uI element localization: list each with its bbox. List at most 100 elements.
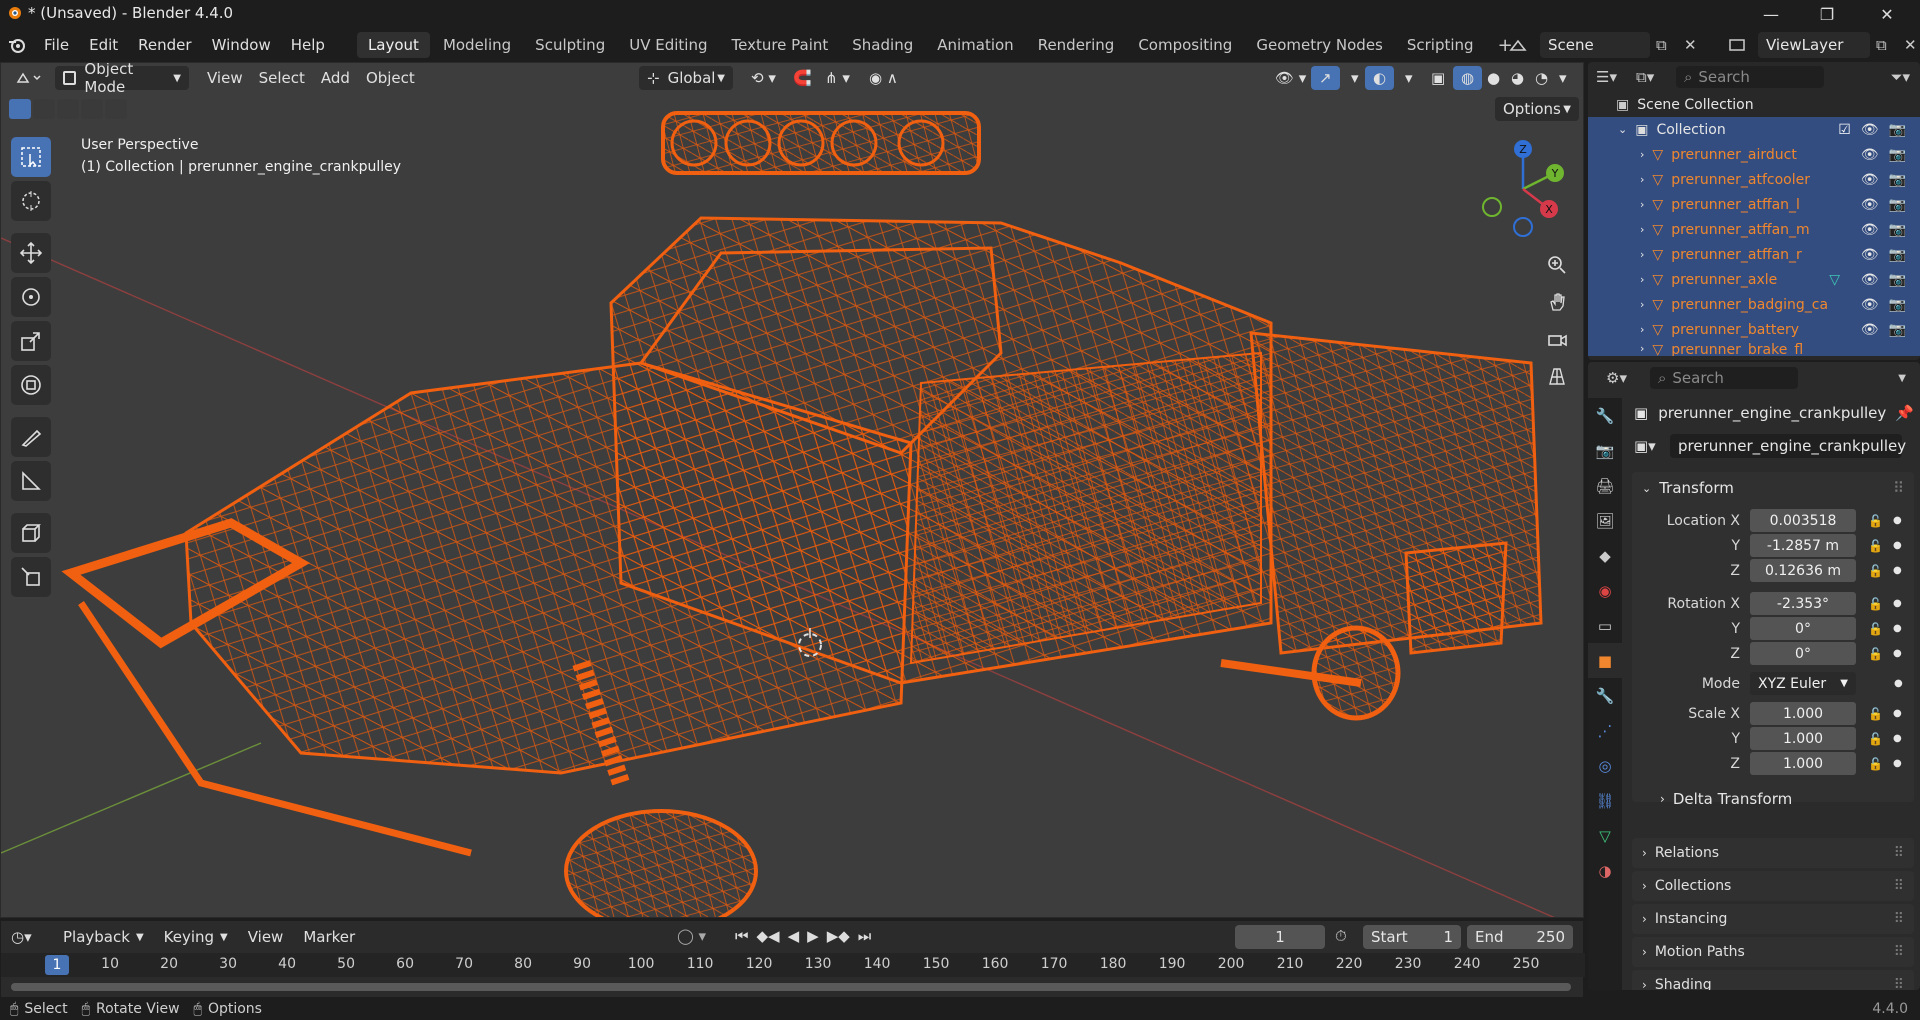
list-item[interactable]: › ▽ prerunner_brake_fl [1588,342,1920,356]
select-box-tool[interactable] [11,137,51,177]
gizmo-dropdown-icon[interactable]: ▾ [1343,66,1367,90]
marker-menu[interactable]: Marker [295,925,363,949]
object-mode-dropdown[interactable]: Object Mode ▼ [55,63,189,96]
delete-scene-icon[interactable]: ✕ [1684,36,1706,54]
outliner-editor-type-icon[interactable]: ☰▾ [1596,68,1628,86]
lock-icon[interactable]: 🔓 [1868,539,1883,553]
proportional-edit-icon[interactable]: ◉ ∧ [861,66,906,90]
lock-icon[interactable]: 🔓 [1868,757,1883,771]
location-z-field[interactable]: 0.12636 m [1750,559,1856,582]
eye-icon[interactable]: 👁 [1861,172,1879,188]
snap-icon[interactable]: 🧲 [785,66,820,90]
chevron-right-icon[interactable]: › [1640,173,1644,186]
jump-keyframe-forward-icon[interactable]: ▶◆ [827,927,850,945]
keyframe-dot-icon[interactable]: ● [1893,708,1902,719]
tool-tab-icon[interactable]: 🔧 [1588,398,1622,433]
rotation-y-field[interactable]: 0° [1750,617,1856,640]
transform-tool[interactable] [11,365,51,405]
drag-handle-icon[interactable]: ⠿ [1894,845,1904,861]
pan-hand-icon[interactable] [1541,286,1573,318]
chevron-right-icon[interactable]: › [1640,273,1644,286]
delete-view-layer-icon[interactable]: ✕ [1904,36,1920,54]
annotate-tool[interactable] [11,417,51,457]
blender-menu-icon[interactable] [0,36,34,54]
tab-geometry-nodes[interactable]: Geometry Nodes [1245,32,1394,58]
material-tab-icon[interactable]: ◑ [1588,853,1622,888]
new-scene-icon[interactable]: ⧉ [1656,36,1678,54]
menu-edit[interactable]: Edit [79,28,128,62]
play-icon[interactable]: ▶ [807,927,819,945]
zoom-icon[interactable] [1541,249,1573,281]
lock-icon[interactable]: 🔓 [1868,732,1883,746]
list-item[interactable]: › ▽ prerunner_atffan_r 👁 📷 [1588,242,1920,267]
lock-icon[interactable]: 🔓 [1868,564,1883,578]
collection-row[interactable]: ⌄ ▣ Collection ☑ 👁 📷 [1588,117,1920,142]
keying-menu[interactable]: Keying ▼ [156,925,236,949]
keyframe-dot-icon[interactable]: ● [1893,648,1902,659]
object-data-icon[interactable]: ▣▾ [1634,437,1670,455]
keyframe-dot-icon[interactable]: ● [1893,565,1902,576]
camera-icon[interactable]: 📷 [1889,222,1906,238]
drag-handle-icon[interactable]: ⠿ [1894,944,1904,960]
minimize-button[interactable]: — [1744,0,1798,28]
checkbox-icon[interactable]: ☑ [1838,122,1851,138]
motion-paths-panel[interactable]: › Motion Paths ⠿ [1632,937,1914,967]
tab-rendering[interactable]: Rendering [1027,32,1126,58]
scrollbar-thumb[interactable] [11,983,1571,991]
eye-icon[interactable]: 👁 [1861,272,1879,288]
lock-icon[interactable]: 🔓 [1868,597,1883,611]
select-extend-icon[interactable] [33,99,55,119]
tab-modeling[interactable]: Modeling [432,32,522,58]
navigation-gizmo[interactable]: Z Y X [1475,137,1575,237]
eye-icon[interactable]: 👁 [1861,297,1879,313]
camera-view-icon[interactable] [1541,323,1573,355]
particles-tab-icon[interactable]: ⋰ [1588,713,1622,748]
close-window-button[interactable]: ✕ [1860,0,1914,28]
tab-sculpting[interactable]: Sculpting [524,32,616,58]
camera-icon[interactable]: 📷 [1889,322,1906,338]
view-layer-name-field[interactable]: ViewLayer [1758,32,1870,58]
properties-search-input[interactable]: ⌕ Search [1650,367,1798,389]
scene-collection-row[interactable]: ▣ Scene Collection [1588,92,1920,117]
camera-icon[interactable]: 📷 [1889,172,1906,188]
jump-end-icon[interactable]: ⏭ [858,927,872,945]
auto-keying-icon[interactable]: ◯ ▾ [677,927,706,945]
pin-icon[interactable]: 📌 [1895,404,1914,422]
list-item[interactable]: › ▽ prerunner_badging_ca 👁 📷 [1588,292,1920,317]
current-frame-field[interactable]: 1 [1235,925,1325,949]
camera-icon[interactable]: 📷 [1889,272,1906,288]
physics-tab-icon[interactable]: ◎ [1588,748,1622,783]
start-frame-field[interactable]: Start 1 [1363,925,1461,949]
menu-add[interactable]: Add [313,66,358,90]
transform-preview-tool[interactable] [11,557,51,597]
chevron-down-icon[interactable]: ⌄ [1618,123,1627,136]
drag-handle-icon[interactable]: ⠿ [1893,479,1904,497]
overlays-dropdown-icon[interactable]: ▾ [1397,66,1421,90]
3d-viewport[interactable]: Object Mode ▼ View Select Add Object ⊹ G… [0,62,1584,918]
chevron-right-icon[interactable]: › [1640,223,1644,236]
keyframe-dot-icon[interactable]: ● [1894,678,1903,689]
eye-icon[interactable]: 👁 [1861,322,1879,338]
render-tab-icon[interactable]: 📷 [1588,433,1622,468]
camera-icon[interactable]: 📷 [1889,297,1906,313]
drag-handle-icon[interactable]: ⠿ [1894,911,1904,927]
overlays-icon[interactable]: ◐ [1365,66,1395,90]
jump-start-icon[interactable]: ⏮ [735,927,749,945]
scale-z-field[interactable]: 1.000 [1750,752,1856,775]
keyframe-dot-icon[interactable]: ● [1893,598,1902,609]
add-cube-tool[interactable] [11,513,51,553]
wireframe-shading-icon[interactable]: ◍ [1453,66,1483,90]
instancing-panel[interactable]: › Instancing ⠿ [1632,904,1914,934]
move-tool[interactable] [11,233,51,273]
chevron-right-icon[interactable]: › [1640,342,1644,355]
menu-help[interactable]: Help [281,28,335,62]
scene-name-field[interactable]: Scene [1540,32,1650,58]
select-intersect-icon[interactable] [105,99,127,119]
keyframe-dot-icon[interactable]: ● [1893,758,1902,769]
preview-range-icon[interactable]: ⏱ [1335,927,1347,945]
viewport-options-button[interactable]: Options ▼ [1495,97,1579,121]
list-item[interactable]: › ▽ prerunner_battery 👁 📷 [1588,317,1920,342]
tab-texture-paint[interactable]: Texture Paint [720,32,839,58]
eye-icon[interactable]: 👁 [1861,147,1879,163]
timeline-view-menu[interactable]: View [240,925,292,949]
